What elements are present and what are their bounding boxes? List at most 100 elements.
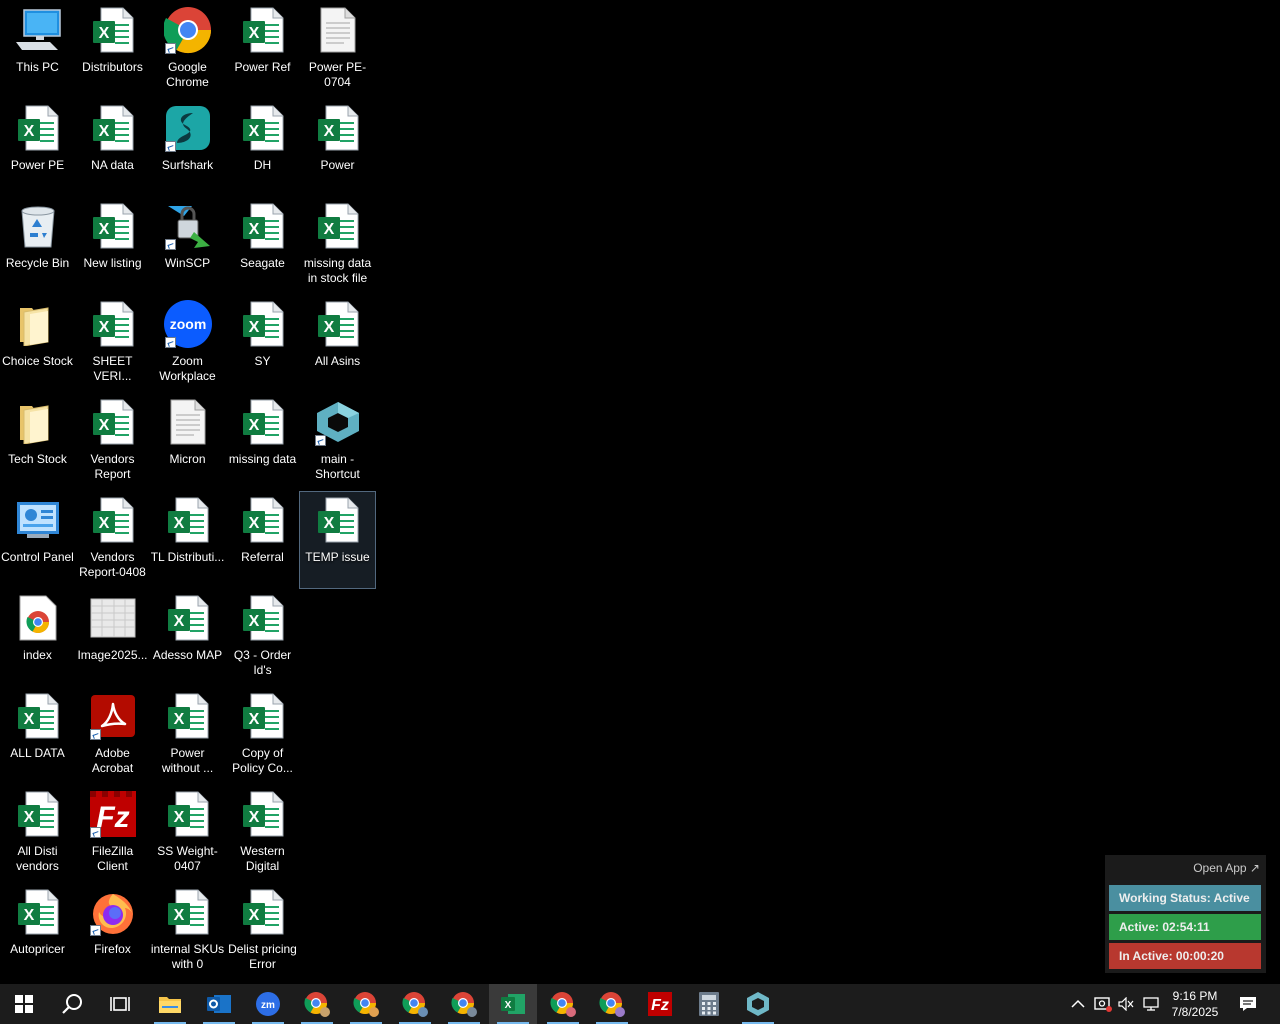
desktop-icon[interactable]: X Power Ref xyxy=(225,2,300,98)
excel-file-icon: X xyxy=(89,6,137,54)
desktop-icon-label: New listing xyxy=(83,256,142,270)
taskbar-file-explorer[interactable] xyxy=(146,984,194,1024)
taskbar: zm X Fz 9:16 PM 7/8/2025 xyxy=(0,984,1280,1024)
desktop-icon[interactable]: X New listing xyxy=(75,198,150,294)
chrome-icon xyxy=(599,992,625,1017)
desktop-icon[interactable]: X NA data xyxy=(75,100,150,196)
shortcut-arrow-icon xyxy=(164,337,176,348)
desktop-icon-label: ALL DATA xyxy=(10,746,65,760)
desktop-icon[interactable]: X Power xyxy=(300,100,375,196)
desktop-icon[interactable]: X Vendors Report xyxy=(75,394,150,490)
tray-meet-now-button[interactable] xyxy=(1092,984,1114,1024)
desktop-icon[interactable]: Choice Stock xyxy=(0,296,75,392)
desktop-icon[interactable]: Tech Stock xyxy=(0,394,75,490)
desktop-icon[interactable]: X SY xyxy=(225,296,300,392)
taskbar-calculator[interactable] xyxy=(685,984,733,1024)
svg-text:X: X xyxy=(323,221,334,238)
excel-file-icon: X xyxy=(14,888,62,936)
desktop-icon[interactable]: X All Disti vendors xyxy=(0,786,75,882)
taskbar-chrome-profile-2[interactable] xyxy=(342,984,390,1024)
desktop-icon[interactable]: index xyxy=(0,590,75,686)
excel-file-icon: X xyxy=(239,6,287,54)
desktop-icon-label: This PC xyxy=(16,60,59,74)
taskbar-chrome-profile-3[interactable] xyxy=(391,984,439,1024)
document-icon xyxy=(164,398,212,446)
desktop-icon[interactable]: This PC xyxy=(0,2,75,98)
taskbar-outlook[interactable] xyxy=(195,984,243,1024)
desktop-icon-label: main - Shortcut xyxy=(315,452,360,481)
desktop-icon[interactable]: X Power PE xyxy=(0,100,75,196)
desktop-icon[interactable]: X Copy of Policy Co... xyxy=(225,688,300,784)
desktop-icon[interactable]: Xmissing data in stock file xyxy=(300,198,375,294)
desktop-icon[interactable]: Adobe Acrobat xyxy=(75,688,150,784)
desktop-icon[interactable]: Image2025... xyxy=(75,590,150,686)
desktop-icon[interactable]: Recycle Bin xyxy=(0,198,75,294)
excel-file-icon: X xyxy=(89,398,137,446)
desktop-icon[interactable]: Google Chrome xyxy=(150,2,225,98)
volume-button[interactable] xyxy=(1116,984,1136,1024)
taskbar-filezilla[interactable]: Fz xyxy=(636,984,684,1024)
task-view-button[interactable] xyxy=(96,984,144,1024)
working-status-bar: Working Status: Active xyxy=(1109,885,1261,911)
desktop-icon[interactable]: X Vendors Report-0408 xyxy=(75,492,150,588)
desktop-icon[interactable]: X TEMP issue xyxy=(299,491,376,589)
desktop-icon[interactable]: X All Asins xyxy=(300,296,375,392)
svg-text:X: X xyxy=(98,319,109,336)
desktop-icon[interactable]: Micron xyxy=(150,394,225,490)
desktop-icon[interactable]: X TL Distributi... xyxy=(150,492,225,588)
taskbar-cube-app[interactable] xyxy=(734,984,782,1024)
desktop-icon[interactable]: X Western Digital xyxy=(225,786,300,882)
excel-file-icon: X xyxy=(239,888,287,936)
svg-text:X: X xyxy=(505,1000,512,1011)
taskbar-chrome-profile-5[interactable] xyxy=(539,984,587,1024)
taskbar-chrome-w[interactable] xyxy=(293,984,341,1024)
svg-text:X: X xyxy=(248,613,259,630)
desktop-icon[interactable]: X Autopricer xyxy=(0,884,75,980)
desktop-icon[interactable]: X ALL DATA xyxy=(0,688,75,784)
tray-overflow-button[interactable] xyxy=(1068,984,1088,1024)
svg-text:X: X xyxy=(173,613,184,630)
desktop-icon[interactable]: Xmissing data xyxy=(225,394,300,490)
open-app-link[interactable]: Open App ↗ xyxy=(1193,861,1260,875)
svg-text:X: X xyxy=(98,417,109,434)
desktop-icon[interactable]: zoom Zoom Workplace xyxy=(150,296,225,392)
action-center-button[interactable] xyxy=(1234,984,1262,1024)
desktop-icon[interactable]: X Q3 - Order Id's xyxy=(225,590,300,686)
desktop-icon-label: missing data xyxy=(228,452,297,466)
desktop-icon[interactable]: Fz FileZilla Client xyxy=(75,786,150,882)
desktop-icon[interactable]: WinSCP xyxy=(150,198,225,294)
desktop-icon[interactable]: X Delist pricing Error xyxy=(225,884,300,980)
taskbar-chrome-profile-4[interactable] xyxy=(440,984,488,1024)
svg-text:X: X xyxy=(323,319,334,336)
desktop-icon[interactable]: Surfshark xyxy=(150,100,225,196)
desktop-icon[interactable]: Xinternal SKUs with 0 xyxy=(150,884,225,980)
desktop-icon[interactable]: Power PE-0704 xyxy=(300,2,375,98)
network-button[interactable] xyxy=(1140,984,1162,1024)
excel-file-icon: X xyxy=(89,496,137,544)
desktop-icon[interactable]: X Power without ... xyxy=(150,688,225,784)
taskbar-chrome-profile-6[interactable] xyxy=(588,984,636,1024)
clock-date: 7/8/2025 xyxy=(1171,1005,1219,1019)
desktop-icon[interactable]: X SHEET VERI... xyxy=(75,296,150,392)
search-button[interactable] xyxy=(48,984,96,1024)
desktop-icon-label: Adobe Acrobat xyxy=(91,746,134,775)
search-icon xyxy=(62,994,82,1014)
desktop-icon[interactable]: X SS Weight-0407 xyxy=(150,786,225,882)
taskbar-zoom[interactable]: zm xyxy=(244,984,292,1024)
start-button[interactable] xyxy=(0,984,48,1024)
desktop-icon[interactable]: main - Shortcut xyxy=(300,394,375,490)
desktop-icon[interactable]: X DH xyxy=(225,100,300,196)
desktop-icon-label: NA data xyxy=(91,158,134,172)
taskbar-clock[interactable]: 9:16 PM 7/8/2025 xyxy=(1160,984,1230,1024)
desktop-icon[interactable]: X Distributors xyxy=(75,2,150,98)
desktop-icon-label: Firefox xyxy=(94,942,131,956)
desktop-icon-label: TL Distributi... xyxy=(150,550,225,564)
excel-file-icon: X xyxy=(239,202,287,250)
desktop-icon[interactable]: X Seagate xyxy=(225,198,300,294)
folder-icon xyxy=(159,997,181,1013)
desktop-icon[interactable]: X Referral xyxy=(225,492,300,588)
desktop-icon[interactable]: X Adesso MAP xyxy=(150,590,225,686)
desktop-icon[interactable]: Control Panel xyxy=(0,492,75,588)
desktop-icon[interactable]: Firefox xyxy=(75,884,150,980)
taskbar-excel[interactable]: X xyxy=(489,984,537,1024)
